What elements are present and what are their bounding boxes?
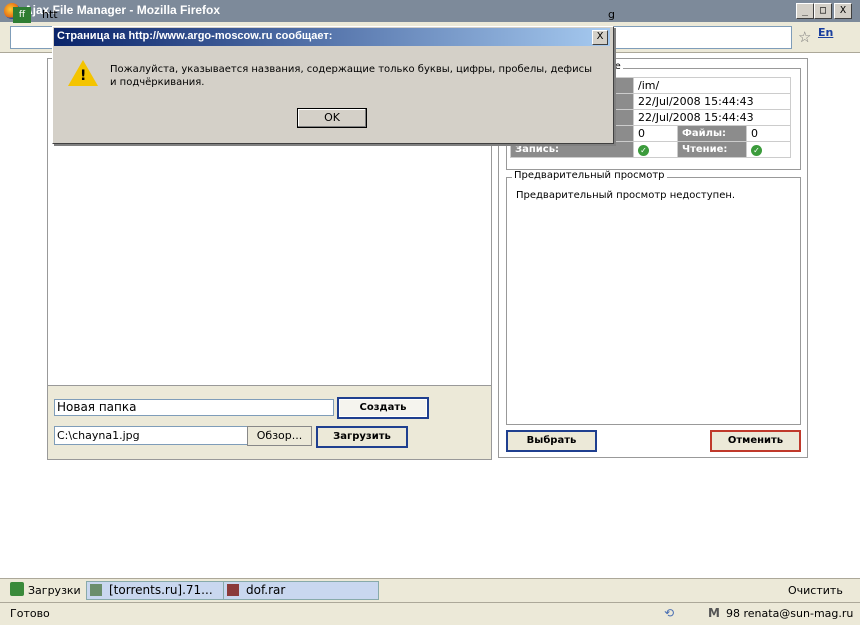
clear-downloads-button[interactable]: Очистить — [788, 584, 843, 597]
files-value: 0 — [746, 125, 791, 142]
upload-button[interactable]: Загрузить — [316, 426, 408, 448]
bookmark-star-icon[interactable]: ☆ — [798, 28, 811, 46]
file-icon — [90, 584, 102, 596]
archive-icon — [227, 584, 239, 596]
new-folder-input[interactable]: Новая папка — [54, 399, 334, 416]
preview-unavailable-text: Предварительный просмотр недоступен. — [516, 190, 736, 201]
close-window-button[interactable]: X — [834, 3, 852, 19]
minimize-button[interactable]: _ — [796, 3, 814, 19]
warning-mark: ! — [80, 68, 87, 84]
status-text: Готово — [10, 607, 50, 620]
url-text[interactable]: htt — [42, 8, 58, 21]
preview-box — [506, 177, 801, 425]
language-indicator[interactable]: En — [818, 26, 833, 39]
modified-value: 22/Jul/2008 15:44:43 — [633, 109, 791, 126]
created-value: 22/Jul/2008 15:44:43 — [633, 93, 791, 110]
read-label: Чтение: — [677, 141, 747, 158]
maximize-button[interactable]: □ — [814, 3, 832, 19]
download-item[interactable]: dof.rar — [223, 581, 379, 600]
read-status: ✓ — [746, 141, 791, 158]
downloads-label[interactable]: Загрузки — [28, 584, 81, 597]
sync-icon[interactable]: ⟲ — [664, 606, 674, 620]
select-button[interactable]: Выбрать — [506, 430, 597, 452]
path-value: /im/ — [633, 77, 791, 94]
window-titlebar: Ajax File Manager - Mozilla Firefox _ □ … — [0, 0, 860, 22]
browse-button[interactable]: Обзор... — [247, 426, 312, 446]
mail-notifier-text[interactable]: 98 renata@sun-mag.ru — [726, 607, 853, 620]
alert-message: Пожалуйста, указывается названия, содерж… — [110, 64, 592, 88]
mail-icon[interactable]: M — [708, 606, 720, 620]
upload-file-input[interactable]: C:\chayna1.jpg — [54, 426, 248, 445]
alert-dialog-title: Страница на http://www.argo-moscow.ru со… — [57, 30, 333, 42]
cancel-button[interactable]: Отменить — [710, 430, 801, 452]
create-folder-button[interactable]: Создать — [337, 397, 429, 419]
site-favicon-icon: ff — [13, 7, 31, 23]
write-status: ✓ — [633, 141, 678, 158]
dialog-close-button[interactable]: X — [592, 30, 608, 45]
download-item[interactable]: [torrents.ru].71... — [86, 581, 238, 600]
check-icon: ✓ — [638, 145, 649, 156]
files-label: Файлы: — [677, 125, 747, 142]
preview-legend: Предварительный просмотр — [512, 170, 667, 181]
url-text-tail[interactable]: g — [608, 8, 615, 21]
download-icon — [10, 582, 24, 596]
check-icon: ✓ — [751, 145, 762, 156]
ok-button[interactable]: OK — [297, 108, 367, 128]
folders-value: 0 — [633, 125, 678, 142]
